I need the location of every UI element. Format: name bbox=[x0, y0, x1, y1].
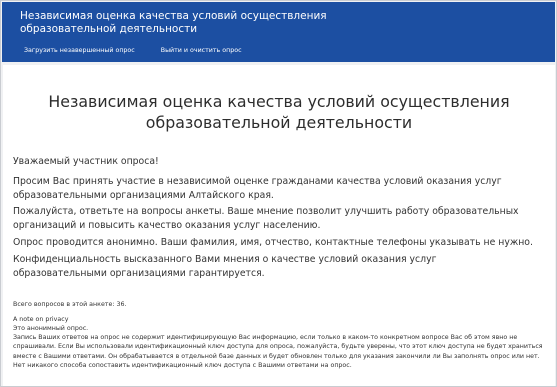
privacy-body-text: Запись Ваших ответов на опрос не содержи… bbox=[13, 334, 543, 369]
page-title: Независимая оценка качества условий осущ… bbox=[48, 92, 510, 132]
app-title: Независимая оценка качества условий осущ… bbox=[20, 10, 327, 35]
intro-paragraph-4: Конфиденциальность высказанного Вами мне… bbox=[13, 254, 437, 279]
intro-paragraph-2: Пожалуйста, ответьте на вопросы анкеты. … bbox=[13, 206, 519, 231]
privacy-heading: A note on privacy bbox=[13, 316, 69, 323]
nav-menu: Загрузить незавершенный опрос Выйти и оч… bbox=[24, 47, 242, 55]
exit-and-clear-survey-link[interactable]: Выйти и очистить опрос bbox=[161, 47, 242, 55]
greeting-text: Уважаемый участник опроса! bbox=[13, 156, 159, 167]
question-count-text: Всего вопросов в этой анкете: 36. bbox=[13, 301, 127, 308]
intro-paragraph-3: Опрос проводится анонимно. Ваши фамилия,… bbox=[13, 237, 533, 248]
intro-paragraph-1: Просим Вас принять участие в независимой… bbox=[13, 176, 502, 201]
top-navbar: Независимая оценка качества условий осущ… bbox=[2, 2, 555, 62]
load-unfinished-survey-link[interactable]: Загрузить незавершенный опрос bbox=[24, 47, 135, 55]
privacy-anonymous-line: Это анонимный опрос. bbox=[13, 325, 89, 332]
survey-welcome-panel: Независимая оценка качества условий осущ… bbox=[3, 65, 555, 386]
browser-frame: Независимая оценка качества условий осущ… bbox=[0, 0, 557, 387]
